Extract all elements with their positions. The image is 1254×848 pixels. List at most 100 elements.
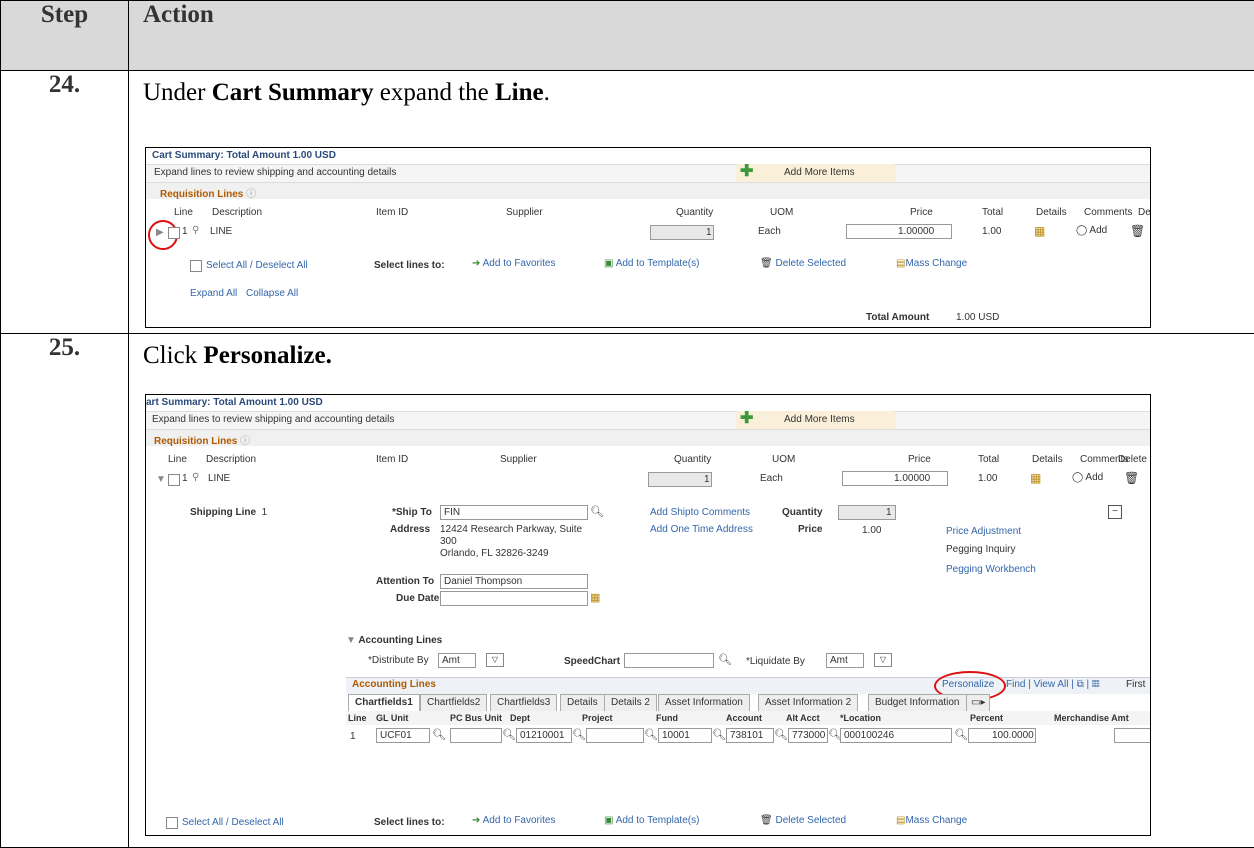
add-shipto-comments-link[interactable]: Add Shipto Comments <box>650 507 750 518</box>
line-checkbox[interactable] <box>168 227 180 239</box>
merchandise-amt-input[interactable] <box>1114 728 1151 743</box>
comment-add-link[interactable]: ◯ Add <box>1072 472 1103 483</box>
alt-acct-value: 773000 <box>792 730 825 741</box>
lookup-icon[interactable]: 🔍︎ <box>954 728 968 741</box>
lookup-icon[interactable]: 🔍︎ <box>590 505 604 518</box>
action-header: Action <box>129 1 1254 71</box>
expand-all-link[interactable]: Expand All <box>190 288 237 299</box>
quantity-value: 1 <box>706 227 712 238</box>
add-to-template-button[interactable]: ▣ Add to Template(s) <box>604 815 699 826</box>
ship-to-input[interactable] <box>440 505 588 520</box>
address-label: Address <box>390 524 430 535</box>
total-amount-label: Total Amount <box>866 312 929 323</box>
tab-chartfields1[interactable]: Chartfields1 <box>348 694 420 712</box>
quantity-input[interactable] <box>648 472 712 487</box>
due-date-input[interactable] <box>440 591 588 606</box>
dept-value: 01210001 <box>520 730 565 741</box>
add-to-template-button[interactable]: ▣ Add to Template(s) <box>604 258 699 269</box>
item-type-icon: ⚲ <box>192 472 199 483</box>
first-link[interactable]: First <box>1126 679 1145 690</box>
tab-details-2[interactable]: Details 2 <box>604 694 657 712</box>
chevron-down-icon[interactable]: ▽ <box>874 653 892 667</box>
trash-icon[interactable]: 🗑 <box>1130 224 1145 238</box>
chevron-down-icon[interactable]: ▽ <box>486 653 504 667</box>
accounting-lines-toggle[interactable]: ▼ Accounting Lines <box>346 635 442 646</box>
lookup-icon[interactable]: 🔍︎ <box>774 728 788 741</box>
lookup-icon[interactable]: 🔍︎ <box>502 728 516 741</box>
calendar-icon[interactable]: ▦ <box>590 591 600 604</box>
grid-col-project: Project <box>582 713 613 723</box>
select-all-checkbox[interactable] <box>166 817 178 829</box>
lookup-icon[interactable]: 🔍︎ <box>718 653 732 666</box>
speedchart-input[interactable] <box>624 653 714 668</box>
col-details: Details <box>1036 207 1067 218</box>
col-item-id: Item ID <box>376 454 408 465</box>
price-label: Price <box>798 524 822 535</box>
tab-budget-information[interactable]: Budget Information <box>868 694 967 712</box>
show-all-columns-icon[interactable]: ▭▸ <box>966 694 990 712</box>
project-input[interactable] <box>586 728 644 743</box>
lookup-icon[interactable]: 🔍︎ <box>712 728 726 741</box>
uom-value: Each <box>758 226 781 237</box>
col-uom: UOM <box>770 207 793 218</box>
line-checkbox[interactable] <box>168 474 180 486</box>
add-to-favorites-button[interactable]: ➔ Add to Favorites <box>472 258 555 269</box>
details-icon[interactable]: ▦ <box>1034 224 1045 238</box>
address-line2: 300 <box>440 536 457 547</box>
mass-change-button[interactable]: ▤Mass Change <box>896 815 967 826</box>
price-adjustment-link[interactable]: Price Adjustment <box>946 526 1021 537</box>
line-description: LINE <box>210 226 232 237</box>
details-icon[interactable]: ▦ <box>1030 471 1041 485</box>
collapse-line-icon[interactable]: ▼ <box>156 474 166 485</box>
tab-asset-information-2[interactable]: Asset Information 2 <box>758 694 858 712</box>
mass-change-button[interactable]: ▤Mass Change <box>896 258 967 269</box>
pegging-workbench-link[interactable]: Pegging Workbench <box>946 564 1036 575</box>
tab-details[interactable]: Details <box>560 694 605 712</box>
shipping-line-label: Shipping Line 1 <box>190 507 267 518</box>
grid-row-line: 1 <box>350 731 356 742</box>
find-view-all-link[interactable]: Find | View All | ⧉ | ▦ <box>1006 679 1100 690</box>
delete-selected-button[interactable]: 🗑 Delete Selected <box>760 815 846 826</box>
pc-bus-unit-input[interactable] <box>450 728 502 743</box>
col-quantity: Quantity <box>676 207 713 218</box>
collapse-all-link[interactable]: Collapse All <box>246 288 298 299</box>
cart-summary-screenshot: Cart Summary: Total Amount 1.00 USD Expa… <box>145 147 1151 328</box>
select-all-link[interactable]: Select All / Deselect All <box>206 260 308 271</box>
lookup-icon[interactable]: 🔍︎ <box>644 728 658 741</box>
select-all-link[interactable]: Select All / Deselect All <box>182 817 284 828</box>
ship-price-value: 1.00 <box>862 525 881 536</box>
grid-col-percent: Percent <box>970 713 1003 723</box>
col-supplier: Supplier <box>500 454 537 465</box>
uom-value: Each <box>760 473 783 484</box>
tab-chartfields2[interactable]: Chartfields2 <box>420 694 487 712</box>
collapse-shipping-icon[interactable]: − <box>1108 505 1122 519</box>
pegging-inquiry-link[interactable]: Pegging Inquiry <box>946 544 1016 555</box>
add-one-time-address-link[interactable]: Add One Time Address <box>650 524 753 535</box>
step-24-instruction: Under Cart Summary expand the Line. <box>143 79 1254 107</box>
trash-icon[interactable]: 🗑 <box>1124 471 1139 485</box>
add-to-favorites-button[interactable]: ➔ Add to Favorites <box>472 815 555 826</box>
tab-chartfields3[interactable]: Chartfields3 <box>490 694 557 712</box>
add-more-items-button[interactable]: ✚ Add More Items <box>736 164 896 182</box>
col-price: Price <box>910 207 933 218</box>
grid-col-fund: Fund <box>656 713 678 723</box>
personalize-link[interactable]: Personalize <box>942 679 994 690</box>
step-25-instruction: Click Personalize. <box>143 342 1254 370</box>
lookup-icon[interactable]: 🔍︎ <box>432 728 446 741</box>
delete-selected-button[interactable]: 🗑 Delete Selected <box>760 258 846 269</box>
line-number: 1 <box>182 226 188 237</box>
add-more-items-button[interactable]: ✚ Add More Items <box>736 411 896 429</box>
comment-add-link[interactable]: ◯ Add <box>1076 225 1107 236</box>
step-header: Step <box>1 1 129 71</box>
grid-col-line: Line <box>348 713 367 723</box>
line-description: LINE <box>208 473 230 484</box>
select-all-checkbox[interactable] <box>190 260 202 272</box>
distribute-by-label: *Distribute By <box>368 655 429 666</box>
expand-line-icon[interactable]: ▶ <box>156 227 164 238</box>
accounting-grid-title: Accounting Lines <box>352 679 436 690</box>
lookup-icon[interactable]: 🔍︎ <box>572 728 586 741</box>
quantity-input[interactable] <box>650 225 714 240</box>
help-icon: ⓘ <box>240 436 250 447</box>
tab-asset-information[interactable]: Asset Information <box>658 694 750 712</box>
template-icon: ▣ <box>604 258 613 269</box>
